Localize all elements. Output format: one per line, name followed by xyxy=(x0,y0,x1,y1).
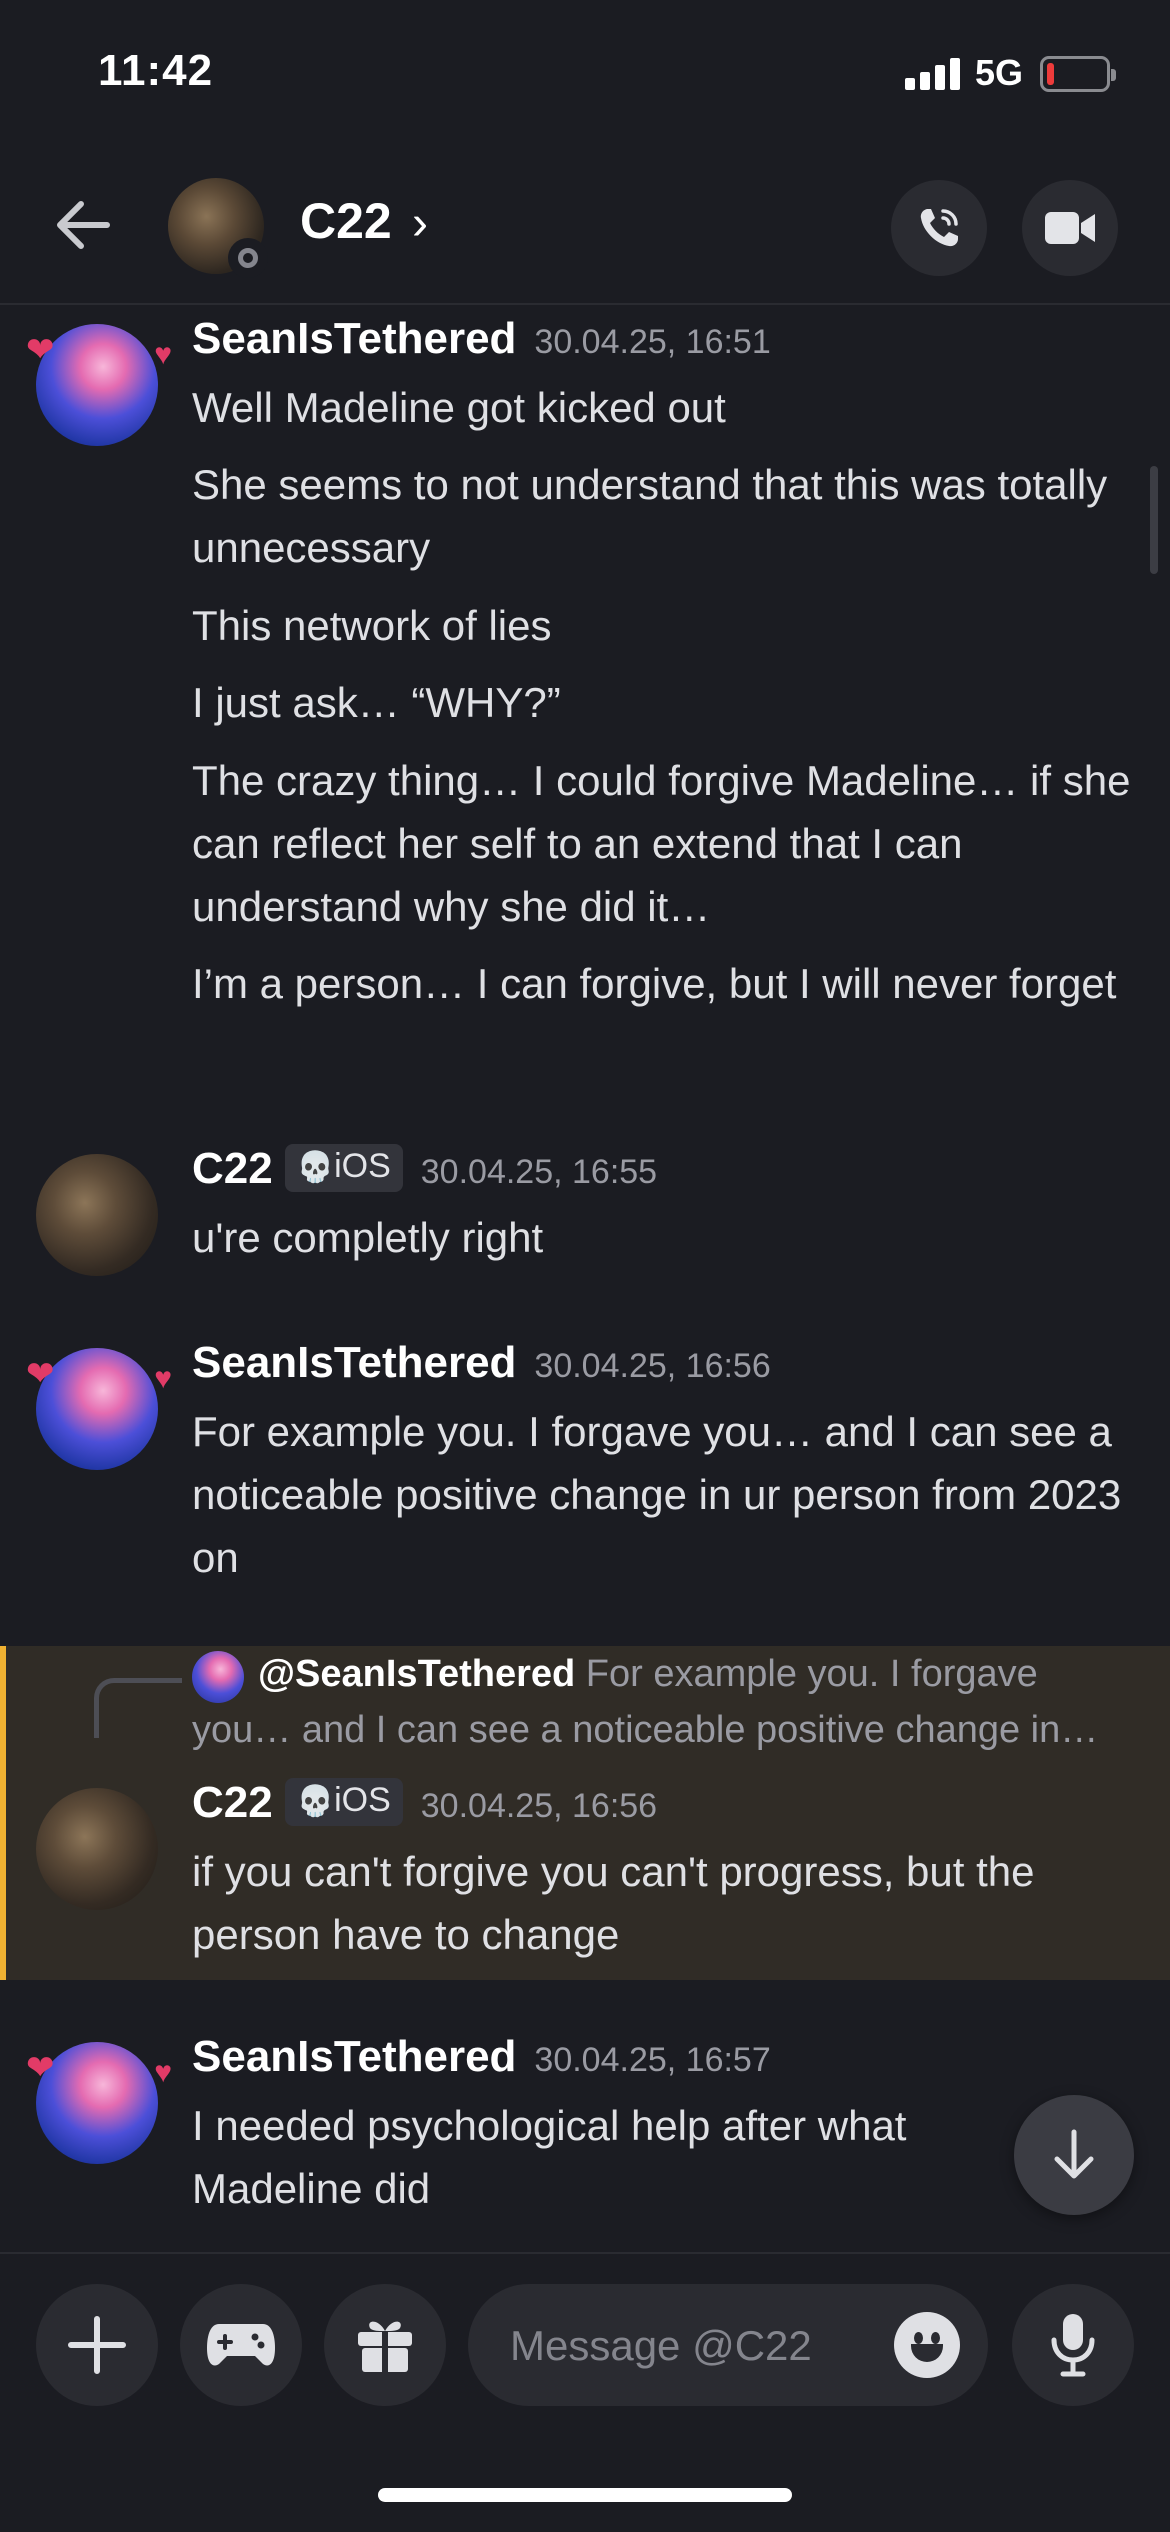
network-label: 5G xyxy=(975,52,1024,93)
plus-icon xyxy=(68,2316,126,2374)
video-call-button[interactable] xyxy=(1022,180,1118,276)
message-timestamp: 30.04.25, 16:57 xyxy=(534,2041,771,2079)
message-text[interactable]: I needed psychological help after what M… xyxy=(192,2094,1012,2220)
message-text[interactable]: I just ask… “WHY?” xyxy=(192,671,1132,734)
gift-button[interactable] xyxy=(324,2284,446,2406)
voice-message-button[interactable] xyxy=(1012,2284,1134,2406)
author-name[interactable]: SeanIsTethered xyxy=(192,314,516,363)
message-author[interactable]: SeanIsTethered 30.04.25, 16:51 xyxy=(192,314,771,364)
clan-tag[interactable]: 💀iOS xyxy=(284,1778,403,1826)
microphone-icon xyxy=(1051,2314,1095,2377)
avatar[interactable] xyxy=(26,324,172,446)
message-text[interactable]: I’m a person… I can forgive, but I will … xyxy=(192,952,1132,1015)
tag-label: iOS xyxy=(334,1781,391,1819)
back-arrow-icon[interactable] xyxy=(48,190,118,260)
status-time: 11:42 xyxy=(98,46,214,95)
avatar[interactable] xyxy=(36,1154,158,1276)
message-text[interactable]: The crazy thing… I could forgive Madelin… xyxy=(192,749,1132,938)
video-camera-icon xyxy=(1045,212,1095,244)
tag-label: iOS xyxy=(334,1147,391,1185)
author-name[interactable]: C22 xyxy=(192,1144,273,1193)
activities-button[interactable] xyxy=(180,2284,302,2406)
chat-header: C22 › xyxy=(0,140,1170,305)
message-text[interactable]: Well Madeline got kicked out xyxy=(192,376,1132,439)
message-text[interactable]: This network of lies xyxy=(192,594,1132,657)
chat-title[interactable]: C22 xyxy=(300,192,392,250)
phone-icon xyxy=(920,209,958,247)
add-attachment-button[interactable] xyxy=(36,2284,158,2406)
message-text[interactable]: u're completly right xyxy=(192,1206,1132,1269)
home-indicator[interactable] xyxy=(378,2488,792,2502)
author-name[interactable]: SeanIsTethered xyxy=(192,2032,516,2081)
message-author[interactable]: SeanIsTethered 30.04.25, 16:56 xyxy=(192,1338,771,1388)
gift-icon xyxy=(358,2321,412,2372)
message-author[interactable]: C22 💀iOS 30.04.25, 16:56 xyxy=(192,1778,657,1828)
message-text[interactable]: She seems to not understand that this wa… xyxy=(192,453,1132,579)
reply-author[interactable]: @SeanIsTethered xyxy=(258,1653,575,1695)
message-timestamp: 30.04.25, 16:51 xyxy=(534,323,771,361)
jump-to-bottom-button[interactable] xyxy=(1014,2095,1134,2215)
message-timestamp: 30.04.25, 16:55 xyxy=(420,1153,658,1191)
skull-icon: 💀 xyxy=(296,1151,335,1184)
battery-icon xyxy=(1040,56,1116,92)
status-bar: 11:42 5G xyxy=(0,0,1170,140)
message-timestamp: 30.04.25, 16:56 xyxy=(420,1787,658,1825)
arrow-down-icon xyxy=(1054,2129,1094,2179)
message-list[interactable]: SeanIsTethered 30.04.25, 16:51 Well Madel… xyxy=(0,306,1170,2252)
scrollbar[interactable] xyxy=(1150,466,1158,574)
reply-preview[interactable]: @SeanIsTethered For example you. I forga… xyxy=(192,1646,1132,1758)
reply-connector xyxy=(94,1678,182,1738)
author-name[interactable]: SeanIsTethered xyxy=(192,1338,516,1387)
offline-status-icon xyxy=(228,238,268,278)
message-author[interactable]: C22 💀iOS 30.04.25, 16:55 xyxy=(192,1144,657,1194)
message-author[interactable]: SeanIsTethered 30.04.25, 16:57 xyxy=(192,2032,771,2082)
message-text[interactable]: For example you. I forgave you… and I ca… xyxy=(192,1400,1132,1589)
chevron-right-icon[interactable]: › xyxy=(412,196,428,251)
clan-tag[interactable]: 💀iOS xyxy=(284,1144,403,1192)
avatar[interactable] xyxy=(26,2042,172,2164)
dm-screen: 11:42 5G C22 › ❤ ♥ SeanIsTethered 30.04.… xyxy=(0,0,1170,2532)
message-input[interactable]: Message @C22 xyxy=(468,2284,988,2406)
gamepad-icon xyxy=(207,2324,275,2366)
message-timestamp: 30.04.25, 16:56 xyxy=(534,1347,771,1385)
signal-icon xyxy=(905,58,961,90)
message-placeholder: Message @C22 xyxy=(510,2322,812,2369)
mention-bar xyxy=(0,1646,6,1980)
emoji-icon[interactable] xyxy=(894,2312,960,2378)
message-text[interactable]: if you can't forgive you can't progress,… xyxy=(192,1840,1132,1966)
skull-icon: 💀 xyxy=(296,1785,335,1818)
call-button[interactable] xyxy=(891,180,987,276)
avatar[interactable] xyxy=(26,1348,172,1470)
author-name[interactable]: C22 xyxy=(192,1778,273,1827)
avatar[interactable] xyxy=(36,1788,158,1910)
